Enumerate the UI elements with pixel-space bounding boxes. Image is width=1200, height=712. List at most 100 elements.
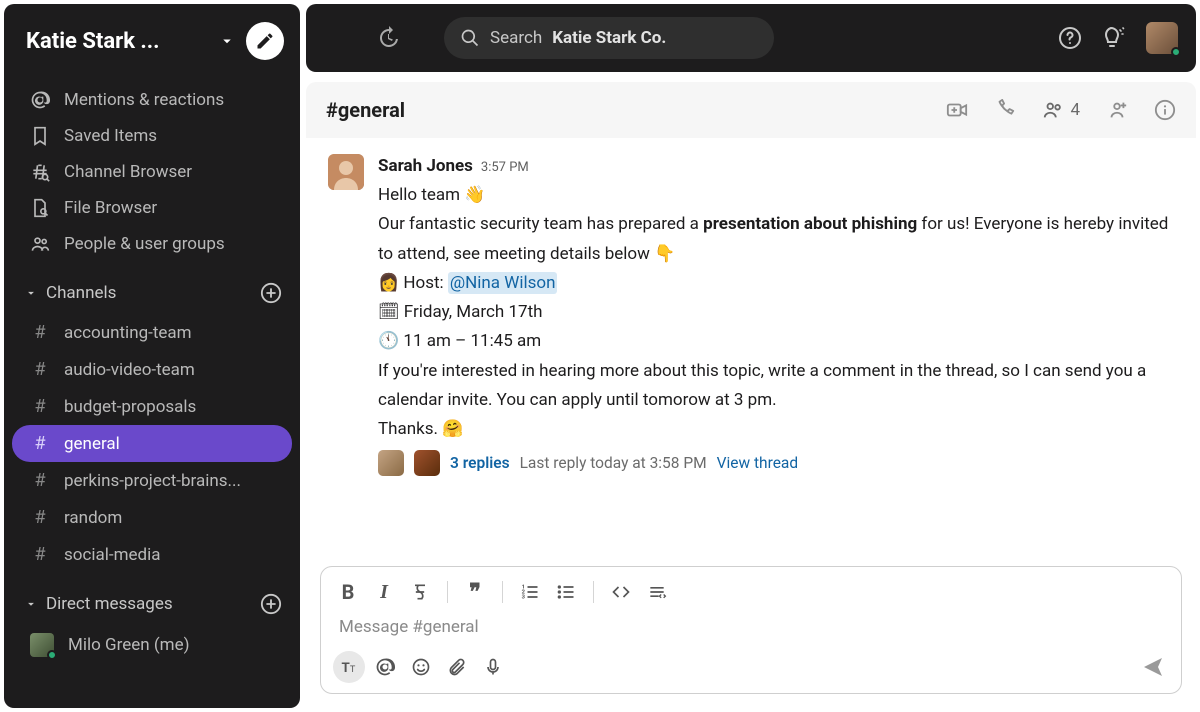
channel-budget-proposals[interactable]: # budget-proposals (4, 388, 300, 425)
thread-summary[interactable]: 3 replies Last reply today at 3:58 PM Vi… (306, 444, 1196, 476)
nav-file-browser[interactable]: File Browser (4, 190, 300, 226)
italic-button[interactable]: I (369, 577, 399, 607)
attach-button[interactable] (441, 651, 473, 683)
dm-milo-green[interactable]: Milo Green (me) (4, 625, 300, 665)
user-avatar[interactable] (1146, 22, 1178, 54)
video-call-icon[interactable] (946, 99, 968, 121)
search-context: Katie Stark Co. (552, 28, 666, 48)
code-block-button[interactable] (642, 577, 672, 607)
channel-random[interactable]: # random (4, 499, 300, 536)
svg-text:T: T (350, 665, 356, 675)
topbar: Search Katie Stark Co. (306, 4, 1196, 72)
hash-icon: # (30, 396, 50, 417)
channel-perkins-project[interactable]: #perkins-project-brains... (4, 462, 300, 499)
caret-down-icon (24, 286, 38, 300)
nav-label: Saved Items (64, 126, 157, 146)
point-down-emoji: 👇 (654, 244, 675, 264)
workspace-switcher[interactable]: Katie Stark ... (4, 4, 300, 78)
ordered-list-button[interactable]: 123 (515, 577, 545, 607)
channel-accounting-team[interactable]: #accounting-team (4, 314, 300, 351)
channel-label: perkins-project-brains... (64, 471, 241, 491)
avatar (30, 633, 54, 657)
add-channel-icon[interactable] (260, 282, 282, 304)
message-time: 3:57 PM (481, 157, 529, 179)
channels-section-header[interactable]: Channels (4, 266, 300, 310)
channel-title[interactable]: #general (326, 98, 926, 122)
nav-section: Mentions & reactions Saved Items Channel… (4, 78, 300, 266)
hash-icon: # (30, 359, 50, 380)
channel-label: random (64, 508, 122, 528)
history-icon[interactable] (376, 26, 400, 50)
channel-label: audio-video-team (64, 360, 195, 380)
channel-header: #general 4 (306, 82, 1196, 138)
nav-mentions[interactable]: Mentions & reactions (4, 82, 300, 118)
dm-section-header[interactable]: Direct messages (4, 577, 300, 621)
text-format-toggle[interactable]: TT (333, 651, 365, 683)
search-prefix: Search (490, 28, 542, 48)
strike-button[interactable] (405, 577, 435, 607)
hash-icon: # (30, 322, 50, 343)
message: Sarah Jones 3:57 PM Hello team 👋 Our fan… (306, 152, 1196, 444)
whats-new-icon[interactable] (1102, 26, 1126, 50)
nav-label: People & user groups (64, 234, 225, 254)
mention-button[interactable] (369, 651, 401, 683)
bullet-list-button[interactable] (551, 577, 581, 607)
message-text: Hello team 👋 Our fantastic security team… (378, 181, 1174, 444)
nav-channel-browser[interactable]: Channel Browser (4, 154, 300, 190)
nav-label: Channel Browser (64, 162, 192, 182)
nav-people[interactable]: People & user groups (4, 226, 300, 262)
bookmark-icon (30, 126, 50, 146)
members-icon (1042, 99, 1064, 121)
hash-icon: # (30, 433, 50, 454)
composer-bottom-toolbar: TT (321, 647, 1181, 693)
nav-label: File Browser (64, 198, 157, 218)
channel-header-actions: 4 (946, 99, 1176, 121)
search-input[interactable]: Search Katie Stark Co. (444, 17, 774, 59)
channels-list: #accounting-team # audio-video-team # budg… (4, 310, 300, 577)
code-button[interactable] (606, 577, 636, 607)
at-icon (30, 90, 50, 110)
channels-section-title: Channels (46, 283, 252, 303)
reply-count: 3 replies (450, 454, 510, 472)
channel-general[interactable]: # general (12, 425, 292, 462)
people-icon (30, 234, 50, 254)
sidebar: Katie Stark ... Mentions & reactions Sav… (4, 4, 300, 708)
quote-button[interactable]: ❞ (460, 577, 490, 607)
channel-label: budget-proposals (64, 397, 196, 417)
message-body: Sarah Jones 3:57 PM Hello team 👋 Our fan… (378, 152, 1174, 444)
message-list: Sarah Jones 3:57 PM Hello team 👋 Our fan… (306, 138, 1196, 556)
channel-audio-video-team[interactable]: # audio-video-team (4, 351, 300, 388)
composer-placeholder: Message #general (339, 617, 479, 637)
message-author[interactable]: Sarah Jones (378, 152, 473, 181)
channel-social-media[interactable]: #social-media (4, 536, 300, 573)
add-dm-icon[interactable] (260, 593, 282, 615)
message-avatar[interactable] (328, 154, 364, 190)
add-people-icon[interactable] (1106, 99, 1128, 121)
message-composer: B I ❞ 123 Message #general TT (320, 566, 1182, 694)
svg-text:3: 3 (522, 595, 526, 601)
svg-text:T: T (342, 661, 350, 676)
caret-down-icon (24, 597, 38, 611)
compose-button[interactable] (246, 22, 284, 60)
composer-input[interactable]: Message #general (321, 613, 1181, 647)
main-column: Search Katie Stark Co. #general 4 (306, 4, 1196, 708)
member-count[interactable]: 4 (1042, 99, 1080, 121)
dm-section-title: Direct messages (46, 594, 252, 614)
info-icon[interactable] (1154, 99, 1176, 121)
send-button[interactable] (1137, 651, 1169, 683)
pencil-icon (255, 31, 275, 51)
reply-avatar (378, 450, 404, 476)
help-icon[interactable] (1058, 26, 1082, 50)
view-thread-link[interactable]: View thread (717, 454, 798, 472)
channel-label: general (64, 434, 120, 454)
chevron-down-icon (218, 32, 236, 50)
audio-record-button[interactable] (477, 651, 509, 683)
phone-call-icon[interactable] (994, 99, 1016, 121)
hash-icon: # (30, 507, 50, 528)
mention-nina-wilson[interactable]: @Nina Wilson (448, 272, 558, 294)
topbar-actions (1058, 22, 1178, 54)
last-reply-time: Last reply today at 3:58 PM (520, 454, 707, 472)
bold-button[interactable]: B (333, 577, 363, 607)
nav-saved[interactable]: Saved Items (4, 118, 300, 154)
emoji-button[interactable] (405, 651, 437, 683)
